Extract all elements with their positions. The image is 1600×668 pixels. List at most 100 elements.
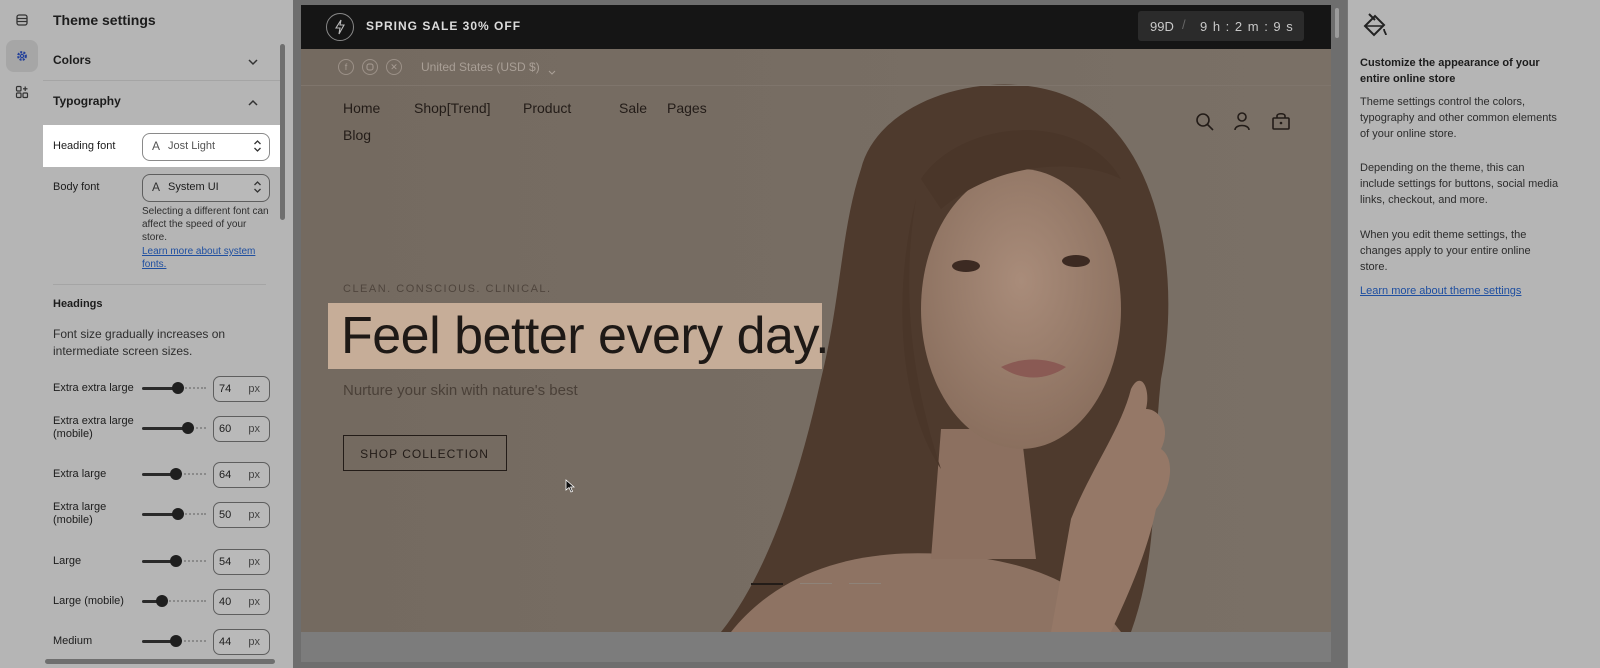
font-help-line: affect the speed of your [142,219,247,230]
next-section [301,632,1331,662]
nav-product[interactable]: Product [523,100,571,116]
countdown-divider: / [1182,17,1186,32]
slide-indicator[interactable] [849,583,881,584]
select-arrows-icon [253,138,262,159]
font-help-text: Selecting a different font can affect th… [142,205,269,244]
slider-handle[interactable] [170,555,182,567]
font-size-label: Extra extra large [53,382,134,394]
nav-sale[interactable]: Sale [619,100,647,116]
apps-icon[interactable] [6,76,38,108]
link-line: Learn more about system [142,246,256,257]
description-line: Font size gradually increases on [53,327,226,341]
sections-icon[interactable] [6,4,38,36]
font-size-input[interactable]: 64 px [213,462,270,488]
countdown-time: 9 h : 2 m : 9 s [1200,19,1294,34]
font-size-unit: px [248,469,260,481]
heading-font-select[interactable]: A Jost Light [142,133,270,161]
chevron-down-icon [548,63,556,81]
headings-title: Headings [53,298,103,310]
font-size-input[interactable]: 40 px [213,589,270,615]
link-line: fonts. [142,259,167,270]
colors-section-toggle[interactable]: Colors [43,40,283,80]
font-size-label-line: (mobile) [53,514,93,526]
slide-indicator-active[interactable] [751,583,783,585]
body-font-label: Body font [53,181,100,193]
headings-description: Font size gradually increases on interme… [53,326,225,360]
theme-settings-icon[interactable] [6,40,38,72]
font-size-unit: px [248,509,260,521]
slide-indicator[interactable] [800,583,832,584]
font-size-input[interactable]: 74 px [213,376,270,402]
font-size-input[interactable]: 44 px [213,629,270,655]
mouse-cursor-icon [565,479,576,498]
font-help-line: store. [142,232,168,243]
font-size-label: Extra large (mobile) [53,501,106,527]
info-paragraph: Theme settings control the colors, typog… [1360,96,1557,140]
font-size-value: 40 [219,596,232,608]
typography-section-toggle[interactable]: Typography [43,80,283,120]
font-size-label: Medium [53,635,93,647]
hero-banner: f ✕ United States (USD $) Home Shop[Tren… [301,49,1331,632]
font-size-unit: px [248,636,260,648]
divider [53,284,266,285]
chevron-down-icon [247,54,259,72]
instagram-icon[interactable] [362,59,378,75]
slider-handle[interactable] [156,595,168,607]
slider-handle[interactable] [182,422,194,434]
left-rail [0,0,43,668]
description-line: intermediate screen sizes. [53,344,193,358]
font-size-label: Extra extra large (mobile) [53,415,134,441]
account-icon[interactable] [1233,111,1251,136]
currency-selector[interactable]: United States (USD $) [421,60,540,74]
font-icon: A [152,139,161,153]
heading-font-row: Heading font A Jost Light [43,125,283,167]
info-paragraph: Depending on the theme, this can include… [1360,162,1559,206]
body-font-value: System UI [168,181,219,193]
preview-scrollbar[interactable] [1333,5,1341,663]
font-help-line: Selecting a different font can [142,206,269,217]
typography-label: Typography [53,94,121,108]
info-title-line: Customize the appearance of your [1360,57,1540,69]
scrollbar-thumb[interactable] [1335,8,1339,38]
slider-handle[interactable] [170,635,182,647]
heading-font-label: Heading font [53,140,116,152]
slider-handle[interactable] [172,382,184,394]
font-size-unit: px [248,423,260,435]
paint-bucket-icon [1360,11,1388,44]
nav-pages[interactable]: Pages [667,100,707,116]
font-size-unit: px [248,556,260,568]
nav-home[interactable]: Home [343,100,380,116]
slider-handle[interactable] [172,508,184,520]
system-fonts-link[interactable]: Learn more about system fonts. [142,245,255,271]
chevron-up-icon [247,95,259,113]
select-arrows-icon [253,179,262,200]
facebook-icon[interactable]: f [338,59,354,75]
font-size-unit: px [248,596,260,608]
font-size-input[interactable]: 60 px [213,416,270,442]
hero-eyebrow: CLEAN. CONSCIOUS. CLINICAL. [343,283,552,295]
nav-shop-trend[interactable]: Shop[Trend] [414,100,491,116]
slider-track-empty[interactable] [162,600,206,605]
font-icon: A [152,180,161,194]
nav-blog[interactable]: Blog [343,127,371,143]
x-icon[interactable]: ✕ [386,59,402,75]
font-size-label-line: (mobile) [53,428,93,440]
font-size-label: Large (mobile) [53,595,124,607]
horizontal-scrollbar[interactable] [45,659,275,664]
font-size-value: 50 [219,509,232,521]
shop-collection-button[interactable]: SHOP COLLECTION [343,435,507,471]
font-size-value: 44 [219,636,232,648]
body-font-select[interactable]: A System UI [142,174,270,202]
colors-label: Colors [53,53,92,67]
cart-icon[interactable] [1271,111,1291,136]
slider-handle[interactable] [170,468,182,480]
font-size-input[interactable]: 50 px [213,502,270,528]
font-size-value: 74 [219,383,232,395]
theme-settings-panel: Theme settings Colors Typography Heading… [43,0,294,668]
font-size-label: Large [53,555,82,567]
font-size-input[interactable]: 54 px [213,549,270,575]
search-icon[interactable] [1195,112,1215,137]
vertical-scrollbar[interactable] [280,44,285,220]
theme-settings-link[interactable]: Learn more about theme settings [1360,285,1521,297]
font-size-label-line: Extra large [53,501,107,513]
